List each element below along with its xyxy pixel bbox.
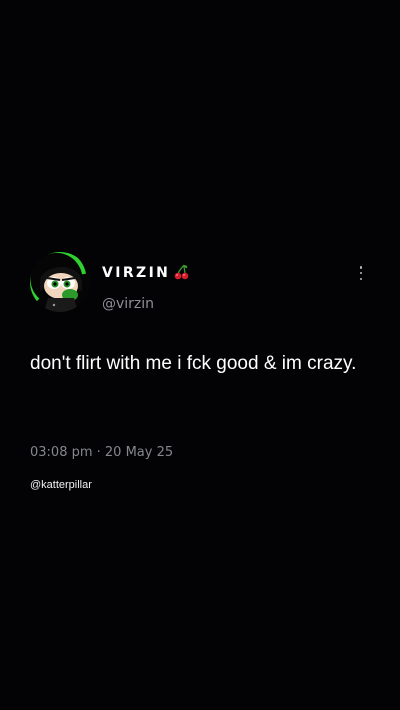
tweet-card: VIRZIN @virzin don't flirt with me i fck… xyxy=(30,252,375,491)
watermark: @katterpillar xyxy=(30,479,92,491)
avatar[interactable] xyxy=(30,252,90,312)
name-row: VIRZIN xyxy=(102,264,189,281)
tweet-timestamp[interactable]: 03:08 pm · 20 May 25 xyxy=(30,445,173,460)
vertical-ellipsis-icon xyxy=(359,266,363,269)
user-handle[interactable]: @virzin xyxy=(102,296,154,312)
avatar-illustration xyxy=(30,252,90,312)
tweet-header: VIRZIN @virzin xyxy=(30,252,375,316)
screen: VIRZIN @virzin don't flirt with me i fck… xyxy=(0,0,400,710)
display-name[interactable]: VIRZIN xyxy=(102,265,170,281)
cherry-icon xyxy=(173,264,189,280)
tweet-text: don't flirt with me i fck good & im craz… xyxy=(30,353,357,374)
more-options-button[interactable] xyxy=(355,266,367,280)
